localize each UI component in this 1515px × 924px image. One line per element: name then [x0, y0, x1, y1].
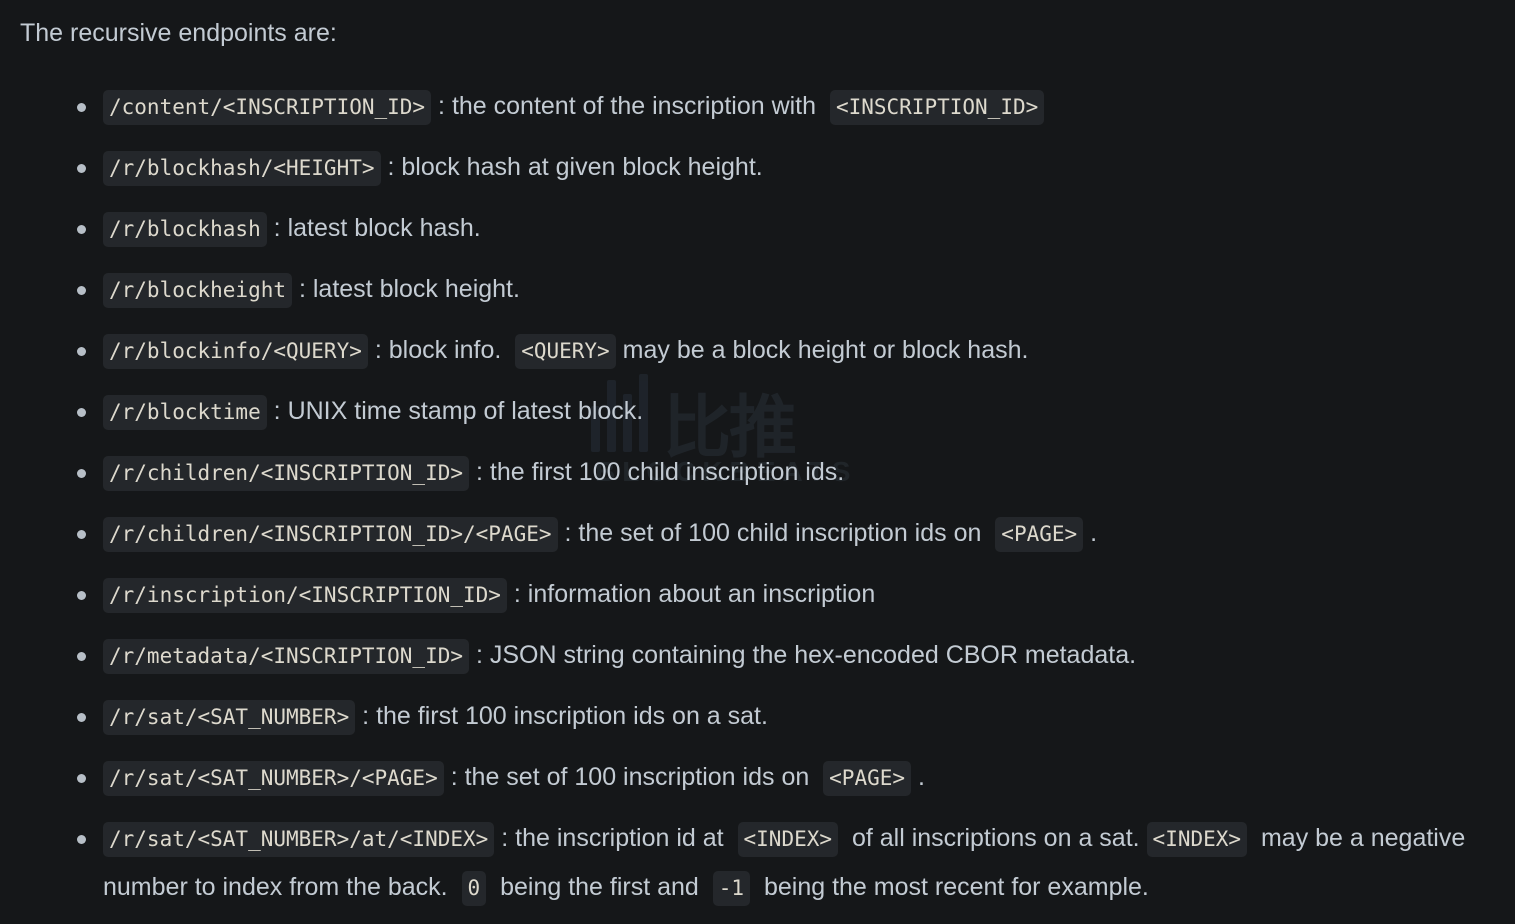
endpoint-path-code: /content/<INSCRIPTION_ID>	[103, 90, 431, 125]
endpoint-description: the set of 100 inscription ids on	[465, 763, 810, 791]
endpoint-item: /r/children/<INSCRIPTION_ID> : the first…	[103, 448, 1515, 509]
endpoint-description: JSON string containing the hex-encoded C…	[490, 641, 1136, 669]
endpoint-item: /r/blockinfo/<QUERY> : block info. <QUER…	[103, 326, 1515, 387]
endpoint-path-code: /r/children/<INSCRIPTION_ID>	[103, 456, 469, 491]
endpoint-separator: :	[476, 641, 483, 669]
endpoint-description: the inscription id at	[515, 824, 723, 852]
documentation-page: The recursive endpoints are: /content/<I…	[0, 18, 1515, 924]
endpoint-path-code: /r/sat/<SAT_NUMBER>/at/<INDEX>	[103, 822, 494, 857]
endpoint-item: /content/<INSCRIPTION_ID> : the content …	[103, 82, 1515, 143]
endpoint-item: /r/blocktime : UNIX time stamp of latest…	[103, 387, 1515, 448]
endpoint-description: latest block height.	[313, 275, 520, 303]
endpoint-path-code: /r/metadata/<INSCRIPTION_ID>	[103, 639, 469, 674]
endpoint-description-tail: may be a block height or block hash.	[623, 336, 1029, 364]
endpoint-path-code: /r/blockinfo/<QUERY>	[103, 334, 368, 369]
endpoint-inline-code: <INSCRIPTION_ID>	[830, 90, 1044, 125]
endpoint-separator: :	[274, 214, 281, 242]
endpoint-separator: :	[362, 702, 369, 730]
endpoint-separator: :	[387, 153, 394, 181]
endpoint-path-code: /r/sat/<SAT_NUMBER>/<PAGE>	[103, 761, 444, 796]
endpoint-path-code: /r/blocktime	[103, 395, 267, 430]
endpoint-separator: :	[438, 92, 445, 120]
endpoint-description: the set of 100 child inscription ids on	[578, 519, 981, 547]
endpoint-inline-code-zero: 0	[462, 871, 487, 906]
list-bullet-icon	[77, 225, 86, 234]
page-title: The recursive endpoints are:	[20, 18, 1515, 48]
endpoint-item: /r/children/<INSCRIPTION_ID>/<PAGE> : th…	[103, 509, 1515, 570]
endpoint-description-2: of all inscriptions on a sat.	[852, 824, 1140, 852]
list-bullet-icon	[77, 530, 86, 539]
endpoint-description: the first 100 inscription ids on a sat.	[376, 702, 768, 730]
endpoint-path-code: /r/children/<INSCRIPTION_ID>/<PAGE>	[103, 517, 558, 552]
endpoint-inline-code: <QUERY>	[515, 334, 616, 369]
endpoint-description-tail: .	[1090, 519, 1097, 547]
endpoint-item: /r/inscription/<INSCRIPTION_ID> : inform…	[103, 570, 1515, 631]
endpoint-description: UNIX time stamp of latest block.	[288, 397, 644, 425]
endpoint-description-tail: .	[918, 763, 925, 791]
endpoint-description-4: being the first and	[500, 873, 699, 901]
endpoint-item: /r/blockhash/<HEIGHT> : block hash at gi…	[103, 143, 1515, 204]
endpoint-description: latest block hash.	[288, 214, 481, 242]
endpoint-separator: :	[451, 763, 458, 791]
list-bullet-icon	[77, 408, 86, 417]
list-bullet-icon	[77, 469, 86, 478]
endpoint-item: /r/blockhash : latest block hash.	[103, 204, 1515, 265]
list-bullet-icon	[77, 286, 86, 295]
list-bullet-icon	[77, 591, 86, 600]
endpoint-separator: :	[501, 824, 508, 852]
endpoint-path-code: /r/inscription/<INSCRIPTION_ID>	[103, 578, 507, 613]
endpoint-item-sat-at-index: /r/sat/<SAT_NUMBER>/at/<INDEX> : the ins…	[103, 814, 1515, 924]
endpoint-item: /r/metadata/<INSCRIPTION_ID> : JSON stri…	[103, 631, 1515, 692]
list-bullet-icon	[77, 652, 86, 661]
endpoint-path-code: /r/blockhash/<HEIGHT>	[103, 151, 381, 186]
list-bullet-icon	[77, 774, 86, 783]
list-bullet-icon	[77, 347, 86, 356]
endpoint-item: /r/sat/<SAT_NUMBER>/<PAGE> : the set of …	[103, 753, 1515, 814]
list-bullet-icon	[77, 835, 86, 844]
endpoint-description: block info.	[389, 336, 502, 364]
endpoint-inline-code: <PAGE>	[995, 517, 1083, 552]
endpoint-path-code: /r/sat/<SAT_NUMBER>	[103, 700, 355, 735]
list-bullet-icon	[77, 103, 86, 112]
endpoint-description-5: being the most recent for example.	[764, 873, 1149, 901]
endpoint-path-code: /r/blockhash	[103, 212, 267, 247]
endpoint-separator: :	[299, 275, 306, 303]
endpoint-separator: :	[514, 580, 521, 608]
endpoint-separator: :	[375, 336, 382, 364]
endpoint-path-code: /r/blockheight	[103, 273, 292, 308]
endpoint-item: /r/sat/<SAT_NUMBER> : the first 100 insc…	[103, 692, 1515, 753]
endpoint-inline-code-index-2: <INDEX>	[1147, 822, 1248, 857]
endpoint-description: the first 100 child inscription ids.	[490, 458, 844, 486]
endpoint-separator: :	[564, 519, 571, 547]
list-bullet-icon	[77, 164, 86, 173]
endpoint-inline-code-minus-one: -1	[713, 871, 750, 906]
endpoint-description: information about an inscription	[528, 580, 875, 608]
endpoint-separator: :	[476, 458, 483, 486]
endpoint-separator: :	[274, 397, 281, 425]
endpoint-inline-code-index: <INDEX>	[738, 822, 839, 857]
endpoint-inline-code: <PAGE>	[823, 761, 911, 796]
endpoint-list: /content/<INSCRIPTION_ID> : the content …	[0, 82, 1515, 924]
list-bullet-icon	[77, 713, 86, 722]
endpoint-description: the content of the inscription with	[452, 92, 816, 120]
endpoint-description: block hash at given block height.	[401, 153, 762, 181]
endpoint-item: /r/blockheight : latest block height.	[103, 265, 1515, 326]
